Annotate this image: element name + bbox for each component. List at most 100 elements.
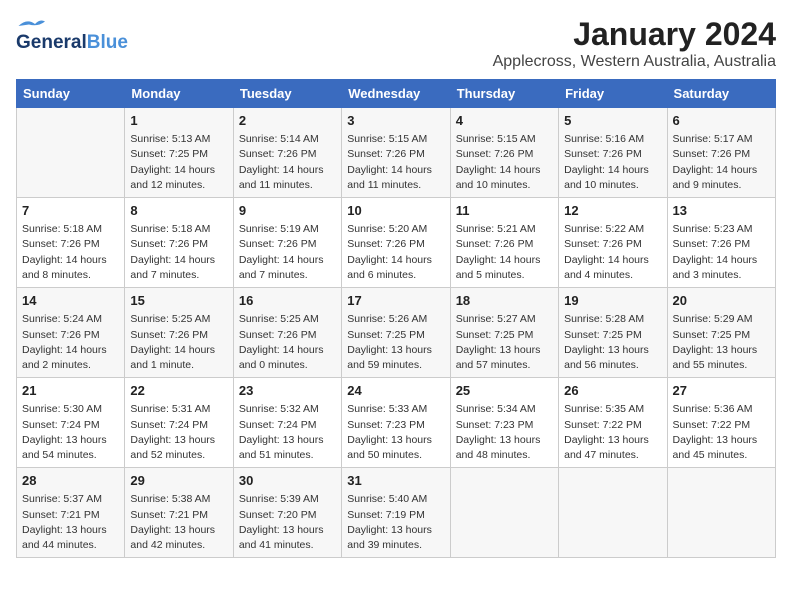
day-info: Sunrise: 5:18 AM Sunset: 7:26 PM Dayligh… xyxy=(22,222,119,283)
day-number: 22 xyxy=(130,382,227,400)
day-number: 1 xyxy=(130,112,227,130)
day-info: Sunrise: 5:35 AM Sunset: 7:22 PM Dayligh… xyxy=(564,402,661,463)
day-cell: 26Sunrise: 5:35 AM Sunset: 7:22 PM Dayli… xyxy=(559,378,667,468)
day-cell: 1 Sunrise: 5:13 AM Sunset: 7:25 PM Daylig… xyxy=(125,108,233,198)
day-info: Sunrise: 5:26 AM Sunset: 7:25 PM Dayligh… xyxy=(347,312,444,373)
day-cell: 19 Sunrise: 5:28 AM Sunset: 7:25 PM Dayli… xyxy=(559,288,667,378)
day-number: 27 xyxy=(673,382,770,400)
col-header-sunday: Sunday xyxy=(17,80,125,108)
day-cell: 16 Sunrise: 5:25 AM Sunset: 7:26 PM Dayli… xyxy=(233,288,341,378)
week-row-5: 28Sunrise: 5:37 AM Sunset: 7:21 PM Dayli… xyxy=(17,468,776,558)
day-cell: 30 Sunrise: 5:39 AM Sunset: 7:20 PM Dayli… xyxy=(233,468,341,558)
bird-icon xyxy=(16,16,46,32)
day-cell: 6 Sunrise: 5:17 AM Sunset: 7:26 PM Daylig… xyxy=(667,108,775,198)
day-info: Sunrise: 5:19 AM Sunset: 7:26 PM Dayligh… xyxy=(239,222,336,283)
logo-blue: Blue xyxy=(87,32,128,54)
day-cell: 27 Sunrise: 5:36 AM Sunset: 7:22 PM Dayli… xyxy=(667,378,775,468)
day-info: Sunrise: 5:27 AM Sunset: 7:25 PM Dayligh… xyxy=(456,312,553,373)
day-number: 29 xyxy=(130,472,227,490)
day-cell: 29 Sunrise: 5:38 AM Sunset: 7:21 PM Dayli… xyxy=(125,468,233,558)
col-header-thursday: Thursday xyxy=(450,80,558,108)
page-title: January 2024 xyxy=(493,16,776,53)
col-header-friday: Friday xyxy=(559,80,667,108)
day-number: 15 xyxy=(130,292,227,310)
day-cell: 10 Sunrise: 5:20 AM Sunset: 7:26 PM Dayli… xyxy=(342,198,450,288)
day-cell: 5 Sunrise: 5:16 AM Sunset: 7:26 PM Daylig… xyxy=(559,108,667,198)
week-row-1: 1 Sunrise: 5:13 AM Sunset: 7:25 PM Daylig… xyxy=(17,108,776,198)
day-number: 16 xyxy=(239,292,336,310)
title-block: January 2024 Applecross, Western Austral… xyxy=(493,16,776,71)
day-number: 9 xyxy=(239,202,336,220)
day-info: Sunrise: 5:24 AM Sunset: 7:26 PM Dayligh… xyxy=(22,312,119,373)
day-number: 5 xyxy=(564,112,661,130)
day-cell: 18 Sunrise: 5:27 AM Sunset: 7:25 PM Dayli… xyxy=(450,288,558,378)
day-cell: 15 Sunrise: 5:25 AM Sunset: 7:26 PM Dayli… xyxy=(125,288,233,378)
day-number: 24 xyxy=(347,382,444,400)
week-row-4: 21Sunrise: 5:30 AM Sunset: 7:24 PM Dayli… xyxy=(17,378,776,468)
day-info: Sunrise: 5:15 AM Sunset: 7:26 PM Dayligh… xyxy=(456,132,553,193)
day-info: Sunrise: 5:28 AM Sunset: 7:25 PM Dayligh… xyxy=(564,312,661,373)
col-header-tuesday: Tuesday xyxy=(233,80,341,108)
day-info: Sunrise: 5:38 AM Sunset: 7:21 PM Dayligh… xyxy=(130,492,227,553)
day-info: Sunrise: 5:40 AM Sunset: 7:19 PM Dayligh… xyxy=(347,492,444,553)
day-cell: 25 Sunrise: 5:34 AM Sunset: 7:23 PM Dayli… xyxy=(450,378,558,468)
day-cell: 17 Sunrise: 5:26 AM Sunset: 7:25 PM Dayli… xyxy=(342,288,450,378)
week-row-2: 7 Sunrise: 5:18 AM Sunset: 7:26 PM Daylig… xyxy=(17,198,776,288)
day-info: Sunrise: 5:31 AM Sunset: 7:24 PM Dayligh… xyxy=(130,402,227,463)
day-info: Sunrise: 5:23 AM Sunset: 7:26 PM Dayligh… xyxy=(673,222,770,283)
day-cell: 23Sunrise: 5:32 AM Sunset: 7:24 PM Dayli… xyxy=(233,378,341,468)
day-cell: 12Sunrise: 5:22 AM Sunset: 7:26 PM Dayli… xyxy=(559,198,667,288)
day-cell: 11Sunrise: 5:21 AM Sunset: 7:26 PM Dayli… xyxy=(450,198,558,288)
day-info: Sunrise: 5:34 AM Sunset: 7:23 PM Dayligh… xyxy=(456,402,553,463)
day-number: 4 xyxy=(456,112,553,130)
day-info: Sunrise: 5:14 AM Sunset: 7:26 PM Dayligh… xyxy=(239,132,336,193)
day-info: Sunrise: 5:20 AM Sunset: 7:26 PM Dayligh… xyxy=(347,222,444,283)
header-row: SundayMondayTuesdayWednesdayThursdayFrid… xyxy=(17,80,776,108)
col-header-wednesday: Wednesday xyxy=(342,80,450,108)
day-cell: 9 Sunrise: 5:19 AM Sunset: 7:26 PM Daylig… xyxy=(233,198,341,288)
day-cell: 14 Sunrise: 5:24 AM Sunset: 7:26 PM Dayli… xyxy=(17,288,125,378)
day-number: 21 xyxy=(22,382,119,400)
day-number: 6 xyxy=(673,112,770,130)
day-number: 7 xyxy=(22,202,119,220)
day-number: 14 xyxy=(22,292,119,310)
day-number: 18 xyxy=(456,292,553,310)
day-cell: 4 Sunrise: 5:15 AM Sunset: 7:26 PM Daylig… xyxy=(450,108,558,198)
day-number: 13 xyxy=(673,202,770,220)
day-info: Sunrise: 5:18 AM Sunset: 7:26 PM Dayligh… xyxy=(130,222,227,283)
day-cell: 24 Sunrise: 5:33 AM Sunset: 7:23 PM Dayli… xyxy=(342,378,450,468)
day-number: 19 xyxy=(564,292,661,310)
day-number: 30 xyxy=(239,472,336,490)
day-cell: 2Sunrise: 5:14 AM Sunset: 7:26 PM Daylig… xyxy=(233,108,341,198)
day-info: Sunrise: 5:25 AM Sunset: 7:26 PM Dayligh… xyxy=(239,312,336,373)
day-info: Sunrise: 5:25 AM Sunset: 7:26 PM Dayligh… xyxy=(130,312,227,373)
day-info: Sunrise: 5:13 AM Sunset: 7:25 PM Dayligh… xyxy=(130,132,227,193)
day-cell xyxy=(667,468,775,558)
calendar-table: SundayMondayTuesdayWednesdayThursdayFrid… xyxy=(16,79,776,558)
day-number: 10 xyxy=(347,202,444,220)
page-subtitle: Applecross, Western Australia, Australia xyxy=(493,53,776,71)
day-info: Sunrise: 5:17 AM Sunset: 7:26 PM Dayligh… xyxy=(673,132,770,193)
col-header-saturday: Saturday xyxy=(667,80,775,108)
day-cell: 21Sunrise: 5:30 AM Sunset: 7:24 PM Dayli… xyxy=(17,378,125,468)
logo-general: General xyxy=(16,32,87,54)
week-row-3: 14 Sunrise: 5:24 AM Sunset: 7:26 PM Dayli… xyxy=(17,288,776,378)
day-cell: 22 Sunrise: 5:31 AM Sunset: 7:24 PM Dayli… xyxy=(125,378,233,468)
day-number: 11 xyxy=(456,202,553,220)
day-cell: 20Sunrise: 5:29 AM Sunset: 7:25 PM Dayli… xyxy=(667,288,775,378)
logo: GeneralBlue xyxy=(16,16,128,54)
day-cell: 28Sunrise: 5:37 AM Sunset: 7:21 PM Dayli… xyxy=(17,468,125,558)
day-info: Sunrise: 5:36 AM Sunset: 7:22 PM Dayligh… xyxy=(673,402,770,463)
day-cell: 3 Sunrise: 5:15 AM Sunset: 7:26 PM Daylig… xyxy=(342,108,450,198)
day-number: 25 xyxy=(456,382,553,400)
day-number: 3 xyxy=(347,112,444,130)
day-info: Sunrise: 5:16 AM Sunset: 7:26 PM Dayligh… xyxy=(564,132,661,193)
day-cell: 7 Sunrise: 5:18 AM Sunset: 7:26 PM Daylig… xyxy=(17,198,125,288)
day-info: Sunrise: 5:37 AM Sunset: 7:21 PM Dayligh… xyxy=(22,492,119,553)
day-info: Sunrise: 5:39 AM Sunset: 7:20 PM Dayligh… xyxy=(239,492,336,553)
day-cell: 31Sunrise: 5:40 AM Sunset: 7:19 PM Dayli… xyxy=(342,468,450,558)
day-number: 17 xyxy=(347,292,444,310)
day-number: 20 xyxy=(673,292,770,310)
day-info: Sunrise: 5:33 AM Sunset: 7:23 PM Dayligh… xyxy=(347,402,444,463)
day-info: Sunrise: 5:15 AM Sunset: 7:26 PM Dayligh… xyxy=(347,132,444,193)
